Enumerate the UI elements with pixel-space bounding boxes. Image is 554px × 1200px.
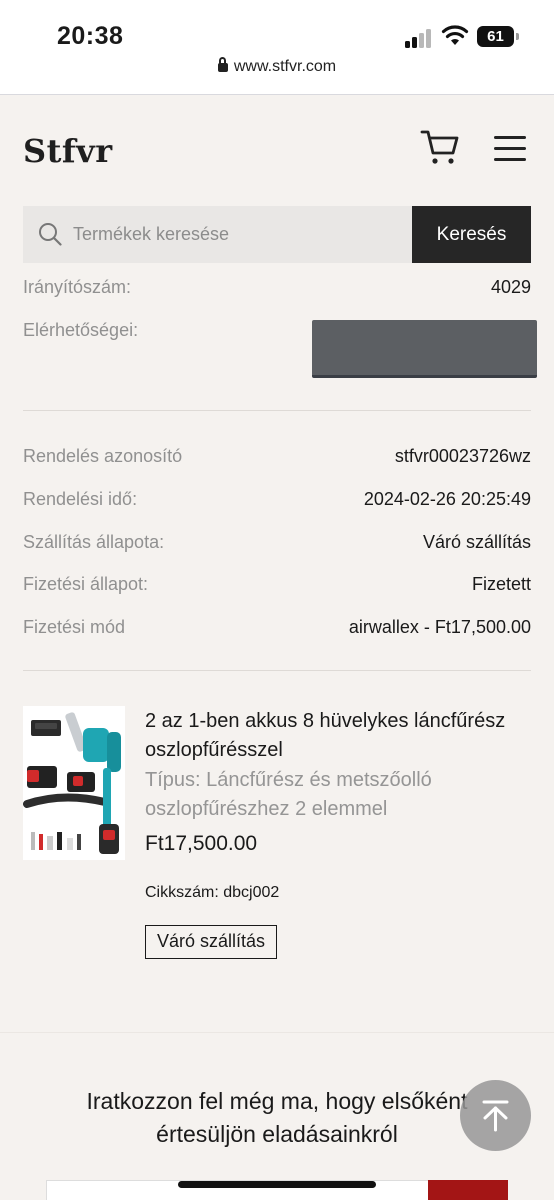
contact-label: Elérhetőségei: <box>23 320 139 340</box>
divider <box>23 670 531 671</box>
payment-status-value: Fizetett <box>471 574 531 594</box>
arrow-up-icon <box>482 1100 509 1132</box>
order-id-value: stfvr00023726wz <box>394 446 531 466</box>
payment-method-value: airwallex - Ft17,500.00 <box>348 617 531 637</box>
search-bar: Keresés <box>23 206 531 263</box>
search-icon <box>39 223 62 246</box>
shipping-status-label: Szállítás állapota: <box>23 532 165 552</box>
home-indicator <box>178 1181 376 1188</box>
search-button[interactable]: Keresés <box>412 206 531 263</box>
order-id-label: Rendelés azonosító <box>23 446 183 466</box>
url-bar[interactable]: www.stfvr.com <box>0 57 554 76</box>
product-image[interactable] <box>23 706 125 860</box>
payment-status-label: Fizetési állapot: <box>23 574 149 594</box>
site-header: Stfvr Keresés <box>0 96 554 277</box>
shipping-status-value: Váró szállítás <box>422 532 531 552</box>
divider <box>23 410 531 411</box>
cart-icon[interactable] <box>420 128 460 166</box>
product-sku: Cikkszám: dbcj002 <box>145 884 280 901</box>
payment-method-label: Fizetési mód <box>23 617 126 637</box>
postcode-value: 4029 <box>490 277 531 297</box>
search-field <box>23 206 412 263</box>
url-text: www.stfvr.com <box>233 58 337 75</box>
redacted-contact-info <box>312 320 537 378</box>
status-bar: 20:38 61 www.stfvr.com <box>0 0 554 95</box>
order-time-value: 2024-02-26 20:25:49 <box>363 489 531 509</box>
section-divider <box>0 1032 554 1033</box>
site-logo[interactable]: Stfvr <box>23 132 113 170</box>
product-variant: Típus: Láncfűrész és metszőolló oszlopfű… <box>145 769 432 820</box>
clock: 20:38 <box>57 22 124 50</box>
wifi-icon <box>441 25 469 45</box>
battery-icon: 61 <box>477 26 519 47</box>
product-title[interactable]: 2 az 1-ben akkus 8 hüvelykes láncfűrész … <box>145 707 525 765</box>
shipping-status-badge: Váró szállítás <box>145 925 278 959</box>
search-input[interactable] <box>73 206 403 263</box>
product-price: Ft17,500.00 <box>145 832 258 855</box>
menu-icon[interactable] <box>494 134 528 162</box>
newsletter-submit-button[interactable] <box>428 1180 508 1200</box>
postcode-label: Irányítószám: <box>23 277 132 297</box>
back-to-top-button[interactable] <box>460 1080 531 1151</box>
newsletter-heading: Iratkozzon fel még ma, hogy elsőként ért… <box>86 1088 468 1147</box>
order-time-label: Rendelési idő: <box>23 489 138 509</box>
lock-icon <box>217 57 228 72</box>
cellular-signal-icon <box>405 28 433 48</box>
